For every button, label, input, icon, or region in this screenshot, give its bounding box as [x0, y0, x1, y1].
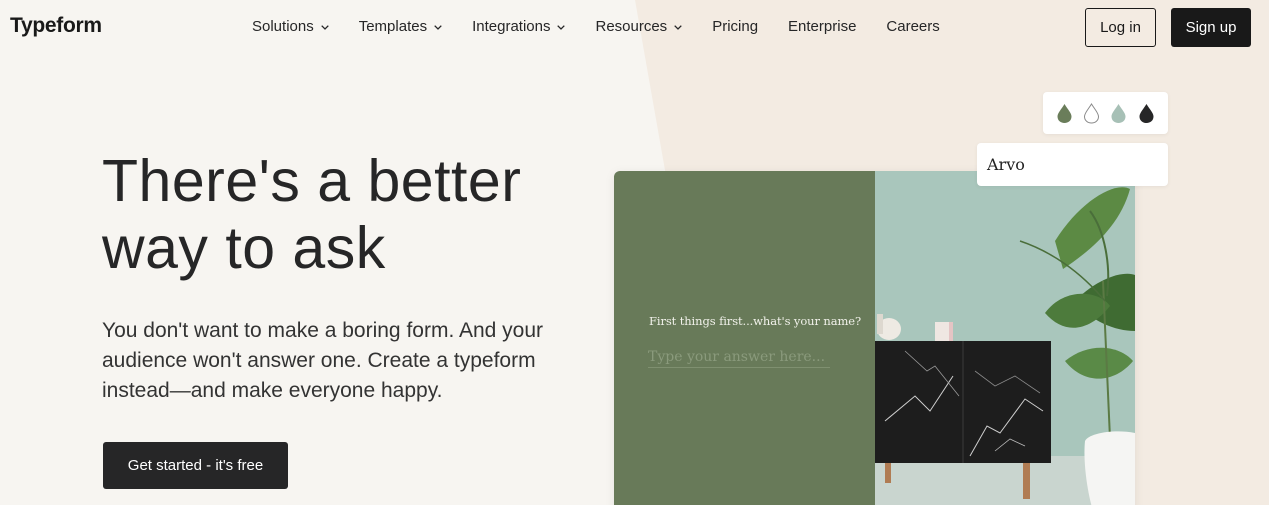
nav-item-templates[interactable]: Templates [359, 18, 442, 35]
form-preview: First things first...what's your name? [614, 171, 1135, 505]
form-question: First things first...what's your name? [649, 314, 862, 328]
signup-button[interactable]: Sign up [1171, 8, 1251, 47]
chevron-down-icon [434, 24, 442, 30]
interior-photo [875, 171, 1135, 505]
color-swatch-white-icon[interactable] [1083, 103, 1100, 124]
nav-item-label: Templates [358, 18, 428, 35]
top-navigation: Typeform Solutions Templates Integration… [0, 0, 1269, 54]
nav-links: Solutions Templates Integrations Resourc… [252, 18, 970, 35]
nav-item-label: Enterprise [788, 18, 857, 35]
nav-item-label: Integrations [472, 18, 551, 35]
nav-item-solutions[interactable]: Solutions [252, 18, 329, 35]
name-answer-input[interactable] [648, 346, 830, 368]
color-swatch-mint-icon[interactable] [1110, 103, 1127, 124]
nav-item-resources[interactable]: Resources [595, 18, 682, 35]
nav-item-careers[interactable]: Careers [886, 18, 939, 35]
nav-item-label: Careers [886, 18, 940, 35]
form-question-panel: First things first...what's your name? [614, 171, 875, 505]
nav-item-enterprise[interactable]: Enterprise [788, 18, 856, 35]
font-name: Arvo [987, 155, 1025, 174]
login-button[interactable]: Log in [1085, 8, 1156, 47]
hero-title: There's a better way to ask [102, 148, 522, 281]
get-started-button[interactable]: Get started - it's free [103, 442, 288, 489]
chevron-down-icon [557, 24, 566, 30]
font-selector[interactable]: Arvo [977, 143, 1168, 186]
nav-item-label: Solutions [252, 18, 314, 35]
color-swatch-green-icon[interactable] [1056, 103, 1073, 124]
hero-subtitle: You don't want to make a boring form. An… [102, 319, 543, 402]
nav-item-label: Pricing [712, 18, 759, 35]
chevron-down-icon [674, 24, 682, 30]
nav-item-label: Resources [595, 18, 668, 35]
nav-item-pricing[interactable]: Pricing [712, 18, 758, 35]
nav-item-integrations[interactable]: Integrations [472, 18, 566, 35]
typeform-logo[interactable]: Typeform [10, 14, 102, 38]
color-swatch-black-icon[interactable] [1138, 103, 1155, 124]
chevron-down-icon [320, 24, 329, 30]
color-swatch-picker [1043, 92, 1168, 134]
